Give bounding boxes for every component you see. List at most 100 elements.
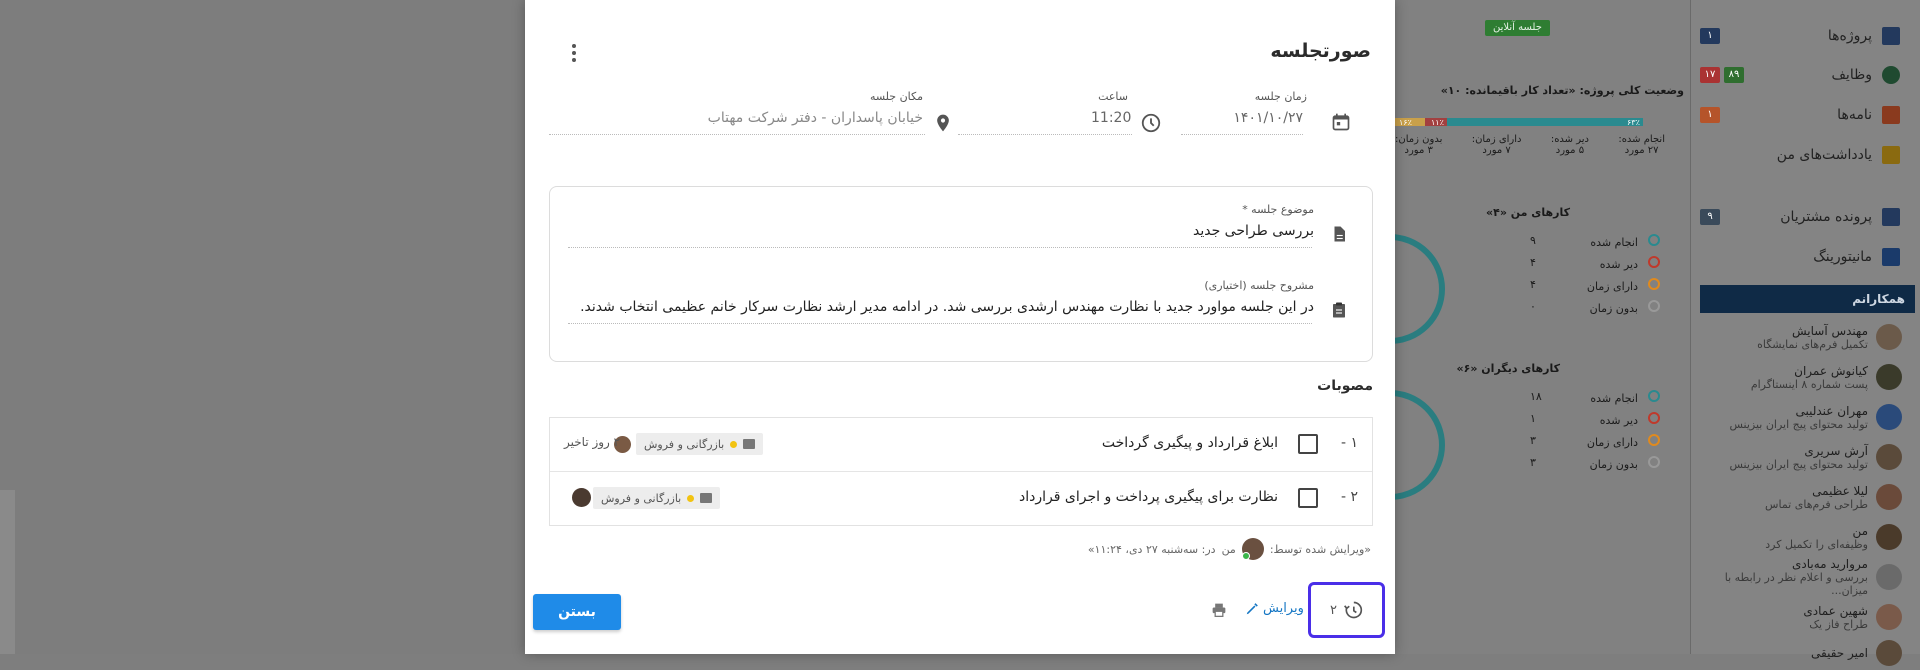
letters-icon (1882, 106, 1900, 124)
my-tasks-list: انجام شده ۹ دیر شده ۴ دارای زمان ۴ بدون زما… (1530, 234, 1660, 322)
time-label: ساعت (1098, 90, 1128, 103)
time-field[interactable]: 11:20 (1091, 110, 1131, 126)
backdrop-left (0, 0, 525, 654)
approval-checkbox[interactable] (1298, 434, 1318, 454)
sidebar-item-letters[interactable]: نامه‌ها ۱ (1700, 103, 1900, 127)
notes-icon (1882, 146, 1900, 164)
edited-prefix: «ویرایش شده توسط: (1269, 542, 1371, 556)
history-count: ۲ (1330, 602, 1337, 618)
place-underline (549, 134, 925, 135)
department-tag: بازرگانی و فروش (593, 487, 721, 509)
row-number: ۲ - (1340, 489, 1358, 505)
edit-info: «ویرایش شده توسط: من در: سه‌شنبه ۲۷ دی، … (1088, 538, 1371, 560)
member-item[interactable]: آرش سریری تولید محتوای پیج ایران بیزینس (1692, 440, 1902, 474)
delay-label: ۲ روز تاخیر (564, 435, 621, 449)
member-item[interactable]: لیلا عظیمی طراحی فرم‌های تماس (1692, 480, 1902, 514)
sidebar-item-label: مانیتورینگ (1813, 249, 1872, 265)
project-status-title: وضعیت کلی پروژه: «تعداد کار باقیمانده: ۱… (1440, 84, 1684, 97)
clipboard-icon (1333, 302, 1345, 318)
pencil-icon (1246, 602, 1258, 614)
backdrop-panel (0, 490, 15, 654)
more-options-icon[interactable] (571, 44, 577, 62)
avatar (1876, 604, 1902, 630)
tasks-icon (1882, 66, 1900, 84)
avatar (1876, 444, 1902, 470)
sidebar-item-label: پروژه‌ها (1827, 28, 1872, 44)
others-tasks-list: انجام شده ۱۸ دیر شده ۱ دارای زمان ۳ بدون زم… (1530, 390, 1660, 478)
table-row: ۱ - ابلاغ قرارداد و پیگیری گرداخت بازرگا… (550, 418, 1372, 472)
subject-field[interactable]: بررسی طراحی جدید (1193, 223, 1314, 239)
edit-button[interactable]: ویرایش (1245, 601, 1304, 616)
department-tag: بازرگانی و فروش (636, 433, 764, 455)
date-field[interactable]: ۱۴۰۱/۱۰/۲۷ (1233, 110, 1303, 126)
description-underline (568, 323, 1312, 324)
status-dot (730, 440, 738, 448)
approval-checkbox[interactable] (1298, 488, 1318, 508)
sidebar-item-projects[interactable]: پروژه‌ها ۱ (1700, 24, 1900, 48)
bar-label-done: ۶۳٪ (1627, 118, 1640, 127)
place-field[interactable]: خیابان پاسداران - دفتر شرکت مهتاب (708, 110, 923, 126)
dashboard-panel: جلسه آنلاین وضعیت کلی پروژه: «تعداد کار … (1335, 0, 1690, 654)
team-header: همکارانم (1700, 285, 1915, 313)
avatar (1876, 484, 1902, 510)
member-item[interactable]: مهندس آسایش تکمیل فرم‌های نمایشگاه (1692, 320, 1902, 354)
edited-by: من (1221, 542, 1236, 556)
sidebar-item-tasks[interactable]: وظایف ۸۹ ۱۷ (1700, 63, 1900, 87)
tag-label: بازرگانی و فروش (644, 437, 725, 451)
member-item[interactable]: مهران عندلیبی تولید محتوای پیج ایران بیزی… (1692, 400, 1902, 434)
date-label: زمان جلسه (1254, 90, 1307, 103)
bar-label-late: ۱۱٪ (1431, 118, 1444, 127)
member-item[interactable]: کیانوش عمران پست شماره ۸ اینستاگرام (1692, 360, 1902, 394)
approvals-table: ۱ - ابلاغ قرارداد و پیگیری گرداخت بازرگا… (549, 417, 1373, 526)
description-field[interactable]: در این جلسه مواورد جدید با نظارت مهندس ا… (580, 299, 1314, 315)
customers-icon (1882, 208, 1900, 226)
approval-text: ابلاغ قرارداد و پیگیری گرداخت (1101, 435, 1278, 451)
subject-label: موضوع جلسه * (1242, 203, 1314, 216)
member-item[interactable]: شهین عمادی طراح فاز یک (1692, 600, 1902, 634)
sidebar-item-label: نامه‌ها (1837, 107, 1872, 123)
edited-at: در: سه‌شنبه ۲۷ دی، ۱۱:۲۴» (1087, 542, 1216, 556)
member-item[interactable]: من وظیفه‌ای را تکمیل کرد (1692, 520, 1902, 554)
table-row: ۲ - نظارت برای پیگیری پرداخت و اجرای قرا… (550, 472, 1372, 525)
member-item[interactable]: مروارید مه‌بادی بررسی و اعلام نظر در رابط… (1692, 557, 1902, 597)
tag-label: بازرگانی و فروش (601, 491, 682, 505)
print-icon[interactable] (1211, 603, 1227, 617)
online-meeting-badge[interactable]: جلسه آنلاین (1485, 20, 1550, 36)
sidebar-item-label: پرونده مشتریان (1780, 209, 1872, 225)
place-label: مکان جلسه (869, 90, 923, 103)
meeting-details-box: موضوع جلسه * بررسی طراحی جدید مشروح جلسه… (549, 186, 1373, 362)
bar-label-timed: ۱۶٪ (1399, 118, 1412, 127)
server-icon (743, 439, 756, 449)
row-number: ۱ - (1340, 435, 1358, 451)
my-tasks-title: کارهای من «۴» (1485, 206, 1570, 219)
status-dot (687, 494, 695, 502)
monitoring-icon (1882, 248, 1900, 266)
sidebar-item-customers[interactable]: پرونده مشتریان ۹ (1700, 205, 1900, 229)
sidebar-item-label: یادداشت‌های من (1776, 147, 1872, 163)
sidebar-item-label: وظایف (1831, 67, 1872, 83)
count-badge: ۸۹ (1724, 67, 1744, 83)
sidebar-item-monitoring[interactable]: مانیتورینگ (1700, 245, 1900, 269)
document-icon (1334, 226, 1345, 242)
history-icon (1344, 601, 1363, 619)
count-badge: ۱ (1700, 28, 1720, 44)
history-button[interactable]: ۲ (1308, 582, 1385, 638)
avatar (1876, 324, 1902, 350)
location-pin-icon (937, 114, 949, 132)
member-item[interactable]: امیر حقیقی (1692, 636, 1902, 670)
time-underline (958, 134, 1132, 135)
avatar (1876, 640, 1902, 666)
subject-underline (568, 247, 1312, 248)
assignee-avatar[interactable] (572, 488, 591, 507)
close-button[interactable]: بستن (533, 594, 621, 630)
approvals-title: مصوبات (1317, 378, 1373, 394)
edit-label: ویرایش (1263, 601, 1304, 616)
avatar (1876, 404, 1902, 430)
sidebar-item-notes[interactable]: یادداشت‌های من (1700, 143, 1900, 167)
editor-avatar (1241, 538, 1264, 560)
avatar (1876, 564, 1902, 590)
description-label: مشروح جلسه (اختیاری) (1204, 279, 1314, 292)
server-icon (700, 493, 713, 503)
date-underline (1181, 134, 1303, 135)
others-tasks-title: کارهای دیگران «۶» (1456, 362, 1560, 375)
